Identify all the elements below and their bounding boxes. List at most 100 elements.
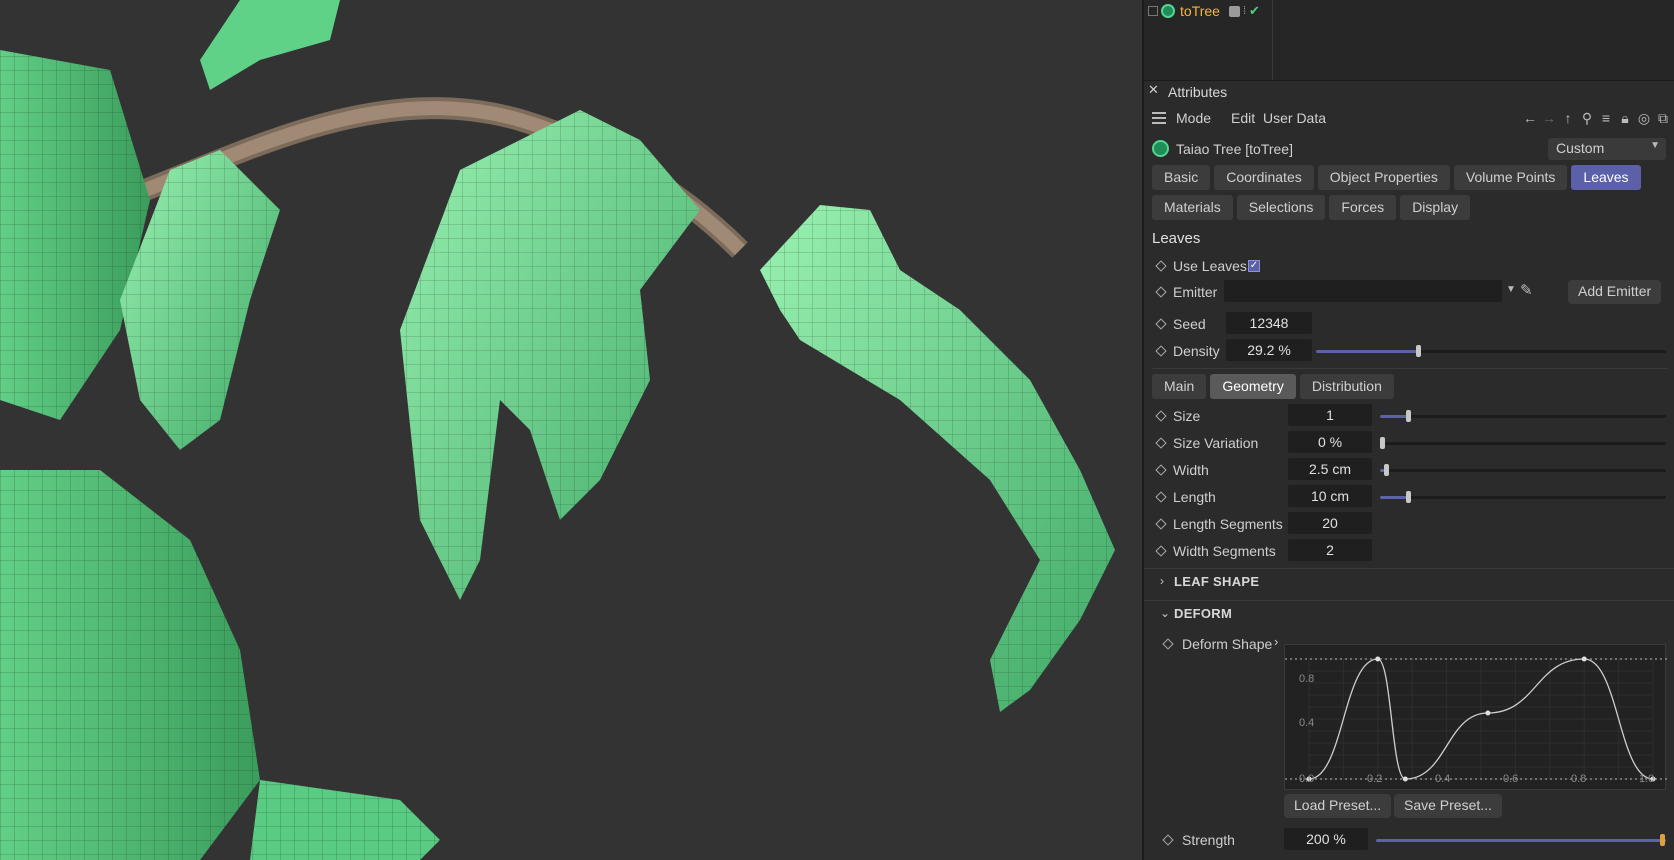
subtab-distribution[interactable]: Distribution: [1299, 374, 1394, 399]
keyframe-diamond-icon[interactable]: [1155, 518, 1167, 530]
menu-toolbar-icons: ← → ↑ ⚲ ≡ 🔒︎ ◎ ⧉: [1523, 110, 1670, 127]
keyframe-diamond-icon[interactable]: [1155, 545, 1167, 557]
density-input[interactable]: 29.2 %: [1226, 339, 1312, 361]
hamburger-menu-icon[interactable]: [1152, 112, 1166, 124]
search-icon[interactable]: ⚲: [1580, 110, 1594, 127]
leaf-shape-group[interactable]: › LEAF SHAPE: [1144, 568, 1674, 594]
mode-select[interactable]: Custom ▼: [1548, 138, 1666, 160]
keyframe-diamond-icon[interactable]: [1155, 345, 1167, 357]
menu-user-data[interactable]: User Data: [1263, 110, 1326, 126]
menu-mode[interactable]: Mode: [1176, 110, 1211, 126]
keyframe-diamond-icon[interactable]: [1155, 260, 1167, 272]
tab-object-properties[interactable]: Object Properties: [1317, 165, 1450, 190]
width-slider[interactable]: [1380, 464, 1666, 476]
add-emitter-button[interactable]: Add Emitter: [1568, 280, 1662, 304]
subtab-row: Main Geometry Distribution: [1152, 374, 1394, 399]
use-leaves-checkbox[interactable]: ✓: [1248, 260, 1260, 272]
back-arrow-icon[interactable]: ←: [1523, 110, 1537, 127]
keyframe-diamond-icon[interactable]: [1155, 286, 1167, 298]
keyframe-diamond-icon[interactable]: [1155, 464, 1167, 476]
tab-basic[interactable]: Basic: [1152, 165, 1211, 190]
length-input[interactable]: 10 cm: [1288, 485, 1372, 507]
deform-group[interactable]: ⌄ DEFORM: [1144, 600, 1674, 626]
3d-viewport[interactable]: [0, 0, 1142, 860]
new-window-icon[interactable]: ⧉: [1656, 110, 1670, 127]
load-preset-button[interactable]: Load Preset...: [1284, 794, 1392, 818]
keyframe-diamond-icon[interactable]: [1162, 638, 1174, 650]
strength-slider[interactable]: [1376, 834, 1666, 846]
use-leaves-label: Use Leaves: [1173, 258, 1247, 274]
density-slider[interactable]: [1316, 345, 1666, 357]
deform-title: DEFORM: [1174, 606, 1233, 621]
spline-knot[interactable]: [1485, 710, 1491, 716]
strength-input[interactable]: 200 %: [1284, 828, 1368, 850]
target-icon[interactable]: ◎: [1637, 110, 1651, 127]
subtab-main[interactable]: Main: [1152, 374, 1207, 399]
object-manager: toTree ⁞ ✔: [1144, 0, 1674, 80]
keyframe-diamond-icon[interactable]: [1162, 834, 1174, 846]
lock-icon[interactable]: 🔒︎: [1618, 110, 1632, 127]
chevron-right-icon[interactable]: ›: [1274, 634, 1278, 649]
length-segments-row: Length Segments 20: [1144, 512, 1674, 536]
size-variation-slider[interactable]: [1380, 437, 1666, 449]
tab-row-1: Basic Coordinates Object Properties Volu…: [1152, 165, 1641, 190]
size-slider-handle[interactable]: [1406, 410, 1411, 422]
keyframe-diamond-icon[interactable]: [1155, 318, 1167, 330]
deform-spline-editor[interactable]: 0.8 0.4 0.0 0.2 0.4 0.6 0.8 1.0: [1284, 644, 1667, 791]
size-input[interactable]: 1: [1288, 404, 1372, 426]
object-title: Taiao Tree [toTree]: [1176, 141, 1293, 157]
density-slider-fill: [1316, 350, 1418, 353]
keyframe-diamond-icon[interactable]: [1155, 491, 1167, 503]
attributes-title: Attributes: [1168, 84, 1228, 100]
tab-forces[interactable]: Forces: [1329, 195, 1397, 220]
tab-display[interactable]: Display: [1400, 195, 1471, 220]
strength-slider-handle[interactable]: [1660, 834, 1665, 846]
density-slider-handle[interactable]: [1416, 345, 1421, 357]
tab-leaves[interactable]: Leaves: [1571, 165, 1641, 190]
object-row[interactable]: toTree ⁞ ✔: [1148, 2, 1260, 20]
size-slider[interactable]: [1380, 410, 1666, 422]
forward-arrow-icon[interactable]: →: [1542, 110, 1556, 127]
keyframe-diamond-icon[interactable]: [1155, 437, 1167, 449]
size-variation-slider-handle[interactable]: [1380, 437, 1385, 449]
edit-tag-icon[interactable]: [1228, 5, 1240, 17]
width-label: Width: [1173, 462, 1209, 478]
tab-row-2: Materials Selections Forces Display: [1152, 195, 1471, 220]
object-name[interactable]: toTree: [1180, 3, 1220, 19]
up-arrow-icon[interactable]: ↑: [1561, 110, 1575, 127]
width-input[interactable]: 2.5 cm: [1288, 458, 1372, 480]
divider: [1152, 368, 1668, 369]
enabled-check-icon[interactable]: ✔: [1249, 3, 1260, 19]
spline-knot[interactable]: [1581, 656, 1587, 662]
tab-coordinates[interactable]: Coordinates: [1214, 165, 1314, 190]
chevron-down-icon[interactable]: ▼: [1506, 284, 1516, 295]
filter-icon[interactable]: ≡: [1599, 110, 1613, 127]
tab-materials[interactable]: Materials: [1152, 195, 1233, 220]
close-icon[interactable]: ✕: [1148, 82, 1159, 98]
subtab-geometry[interactable]: Geometry: [1210, 374, 1296, 399]
leaf-shape-title: LEAF SHAPE: [1174, 574, 1260, 589]
spline-curve[interactable]: [1285, 645, 1667, 791]
x-tick-label: 0.8: [1571, 773, 1587, 785]
spline-knot[interactable]: [1375, 656, 1381, 662]
save-preset-button[interactable]: Save Preset...: [1394, 794, 1502, 818]
length-slider-handle[interactable]: [1406, 491, 1411, 503]
length-segments-label: Length Segments: [1173, 516, 1283, 532]
tab-volume-points[interactable]: Volume Points: [1453, 165, 1568, 190]
width-segments-input[interactable]: 2: [1288, 539, 1372, 561]
width-slider-handle[interactable]: [1384, 464, 1389, 476]
keyframe-diamond-icon[interactable]: [1155, 410, 1167, 422]
dots-icon[interactable]: ⁞: [1243, 5, 1246, 17]
tab-selections[interactable]: Selections: [1236, 195, 1326, 220]
emitter-link-field[interactable]: [1224, 280, 1502, 302]
use-leaves-row: Use Leaves ✓: [1144, 254, 1674, 278]
seed-input[interactable]: 12348: [1226, 312, 1312, 334]
eyedropper-icon[interactable]: ✎: [1520, 281, 1533, 299]
size-variation-input[interactable]: 0 %: [1288, 431, 1372, 453]
expand-icon[interactable]: [1148, 6, 1158, 16]
spline-knot[interactable]: [1402, 776, 1408, 782]
length-slider[interactable]: [1380, 491, 1666, 503]
length-segments-input[interactable]: 20: [1288, 512, 1372, 534]
seed-row: Seed 12348: [1144, 312, 1674, 336]
menu-edit[interactable]: Edit: [1231, 110, 1255, 126]
